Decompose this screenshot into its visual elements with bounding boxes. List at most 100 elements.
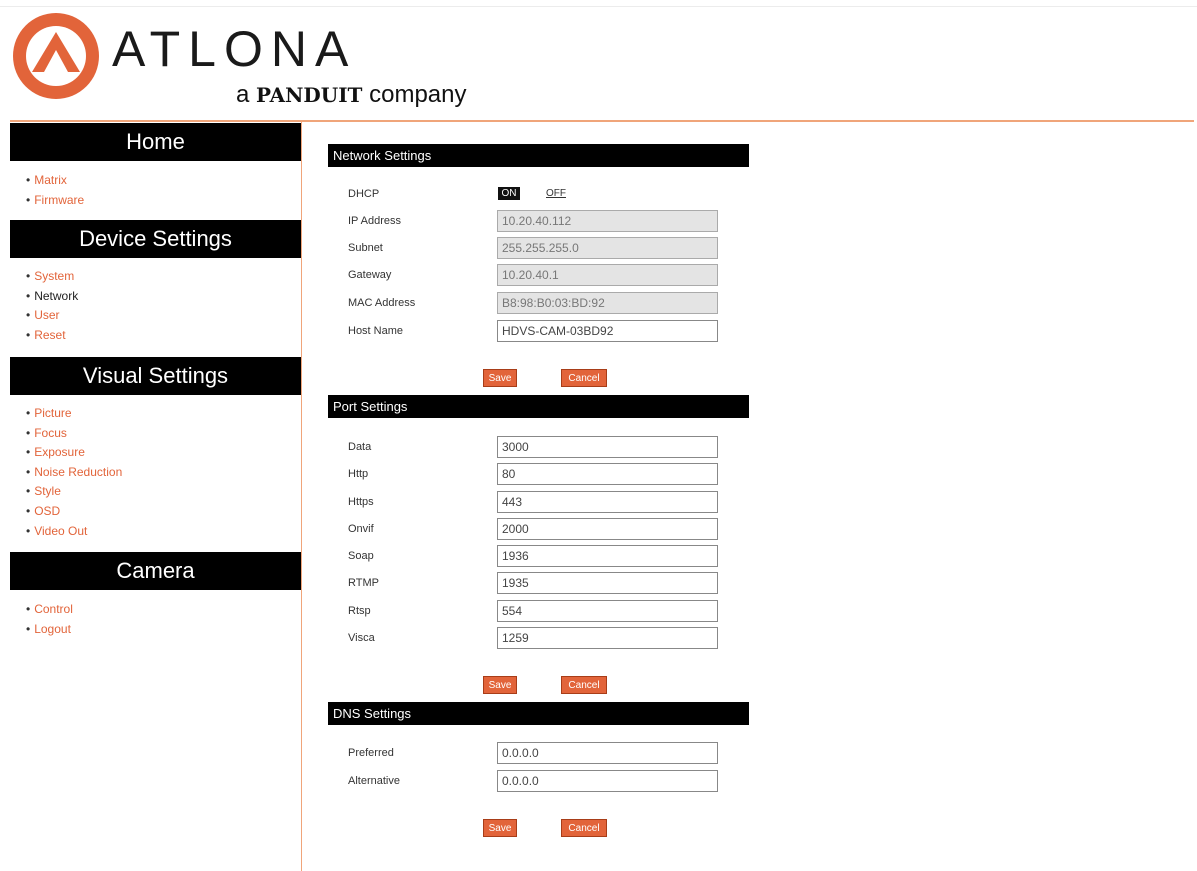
dns-settings-header: DNS Settings [328,702,749,725]
rtmp-port-label: RTMP [348,577,379,589]
subnet-field[interactable] [497,237,718,259]
sidebar-item-osd[interactable]: • OSD [26,502,122,522]
sidebar-item-logout[interactable]: • Logout [26,620,73,640]
brand-name: ATLONA [112,21,357,77]
bullet-icon: • [26,269,31,283]
onvif-port-field[interactable] [497,518,718,540]
https-port-label: Https [348,496,374,508]
preferred-dns-field[interactable] [497,742,718,764]
sidebar-item-label: Matrix [34,173,67,187]
ip-address-field[interactable] [497,210,718,232]
sidebar-section-camera: Camera [10,552,301,590]
bullet-icon: • [26,523,31,538]
soap-port-field[interactable] [497,545,718,567]
sidebar-item-network[interactable]: • Network [26,287,78,307]
sidebar-item-matrix[interactable]: • Matrix [26,171,84,191]
bullet-icon: • [26,602,31,616]
sidebar-item-label: System [34,269,75,283]
data-port-field[interactable] [497,436,718,458]
sidebar-item-style[interactable]: • Style [26,482,122,502]
sidebar-section-home: Home [10,123,301,161]
dns-save-button[interactable]: Save [483,819,517,837]
alternative-dns-label: Alternative [348,775,400,787]
home-menu: • Matrix • Firmware [26,171,84,210]
bullet-icon: • [26,621,31,636]
sidebar-item-label: Firmware [34,192,85,207]
panduit-wordmark: PANDUIT [256,83,363,107]
gateway-label: Gateway [348,269,392,281]
visual-settings-menu: • Picture • Focus • Exposure • Noise Reducti… [26,404,122,541]
https-port-field[interactable] [497,491,718,513]
sidebar-item-exposure[interactable]: • Exposure [26,443,122,463]
ip-address-label: IP Address [348,215,401,227]
bullet-icon: • [26,406,31,420]
brand-tagline: a PANDUIT company [236,83,467,107]
sidebar-item-focus[interactable]: • Focus [26,424,122,444]
sidebar-item-label: OSD [34,503,61,518]
network-cancel-button[interactable]: Cancel [561,369,607,387]
sidebar-divider [301,121,302,871]
alternative-dns-field[interactable] [497,770,718,792]
rtmp-port-field[interactable] [497,572,718,594]
visca-port-label: Visca [348,632,375,644]
bullet-icon: • [26,308,31,323]
sidebar-item-user[interactable]: • User [26,306,78,326]
sidebar-item-label: Network [34,288,79,303]
sidebar-item-label: Picture [34,406,72,420]
dhcp-on-toggle[interactable]: ON [498,187,520,200]
sidebar-item-noise-reduction[interactable]: • Noise Reduction [26,463,122,483]
bullet-icon: • [26,425,31,440]
atlona-logo-icon [13,13,99,99]
host-name-field[interactable] [497,320,718,342]
dhcp-label: DHCP [348,188,380,200]
preferred-dns-label: Preferred [348,747,394,759]
mac-address-label: MAC Address [348,297,416,309]
network-settings-header: Network Settings [328,144,749,167]
onvif-port-label: Onvif [348,523,374,535]
dhcp-off-toggle[interactable]: OFF [546,187,566,200]
data-port-label: Data [348,441,372,453]
sidebar-item-label: Exposure [34,445,85,460]
sidebar-item-label: Logout [34,621,71,636]
dns-cancel-button[interactable]: Cancel [561,819,607,837]
sidebar-item-label: Noise Reduction [34,464,123,479]
bullet-icon: • [26,173,31,187]
visca-port-field[interactable] [497,627,718,649]
port-settings-header: Port Settings [328,395,749,418]
host-name-label: Host Name [348,325,404,337]
header-divider [10,120,1194,122]
port-cancel-button[interactable]: Cancel [561,676,607,694]
sidebar-item-system[interactable]: • System [26,267,78,287]
sidebar-item-firmware[interactable]: • Firmware [26,191,84,211]
network-save-button[interactable]: Save [483,369,517,387]
sidebar-item-label: Style [34,484,61,499]
tagline-prefix: a [236,81,250,108]
bullet-icon: • [26,288,31,303]
device-settings-menu: • System • Network • User • Reset [26,267,78,345]
bullet-icon: • [26,445,31,460]
sidebar-item-reset[interactable]: • Reset [26,326,78,346]
sidebar-item-picture[interactable]: • Picture [26,404,122,424]
sidebar-section-device-settings: Device Settings [10,220,301,258]
sidebar-item-label: Focus [34,425,67,440]
port-save-button[interactable]: Save [483,676,517,694]
gateway-field[interactable] [497,264,718,286]
subnet-label: Subnet [348,242,383,254]
bullet-icon: • [26,484,31,499]
sidebar-item-control[interactable]: • Control [26,600,73,620]
sidebar-item-label: Control [34,602,73,616]
camera-menu: • Control • Logout [26,600,73,639]
mac-address-field[interactable] [497,292,718,314]
sidebar-section-visual-settings: Visual Settings [10,357,301,395]
tagline-suffix: company [369,81,467,108]
sidebar-item-label: User [34,308,60,323]
http-port-field[interactable] [497,463,718,485]
sidebar-item-label: Video Out [34,523,88,538]
bullet-icon: • [26,192,31,207]
sidebar-item-video-out[interactable]: • Video Out [26,522,122,542]
bullet-icon: • [26,503,31,518]
rtsp-port-label: Rtsp [348,605,371,617]
rtsp-port-field[interactable] [497,600,718,622]
bullet-icon: • [26,327,31,342]
top-border [0,6,1197,7]
